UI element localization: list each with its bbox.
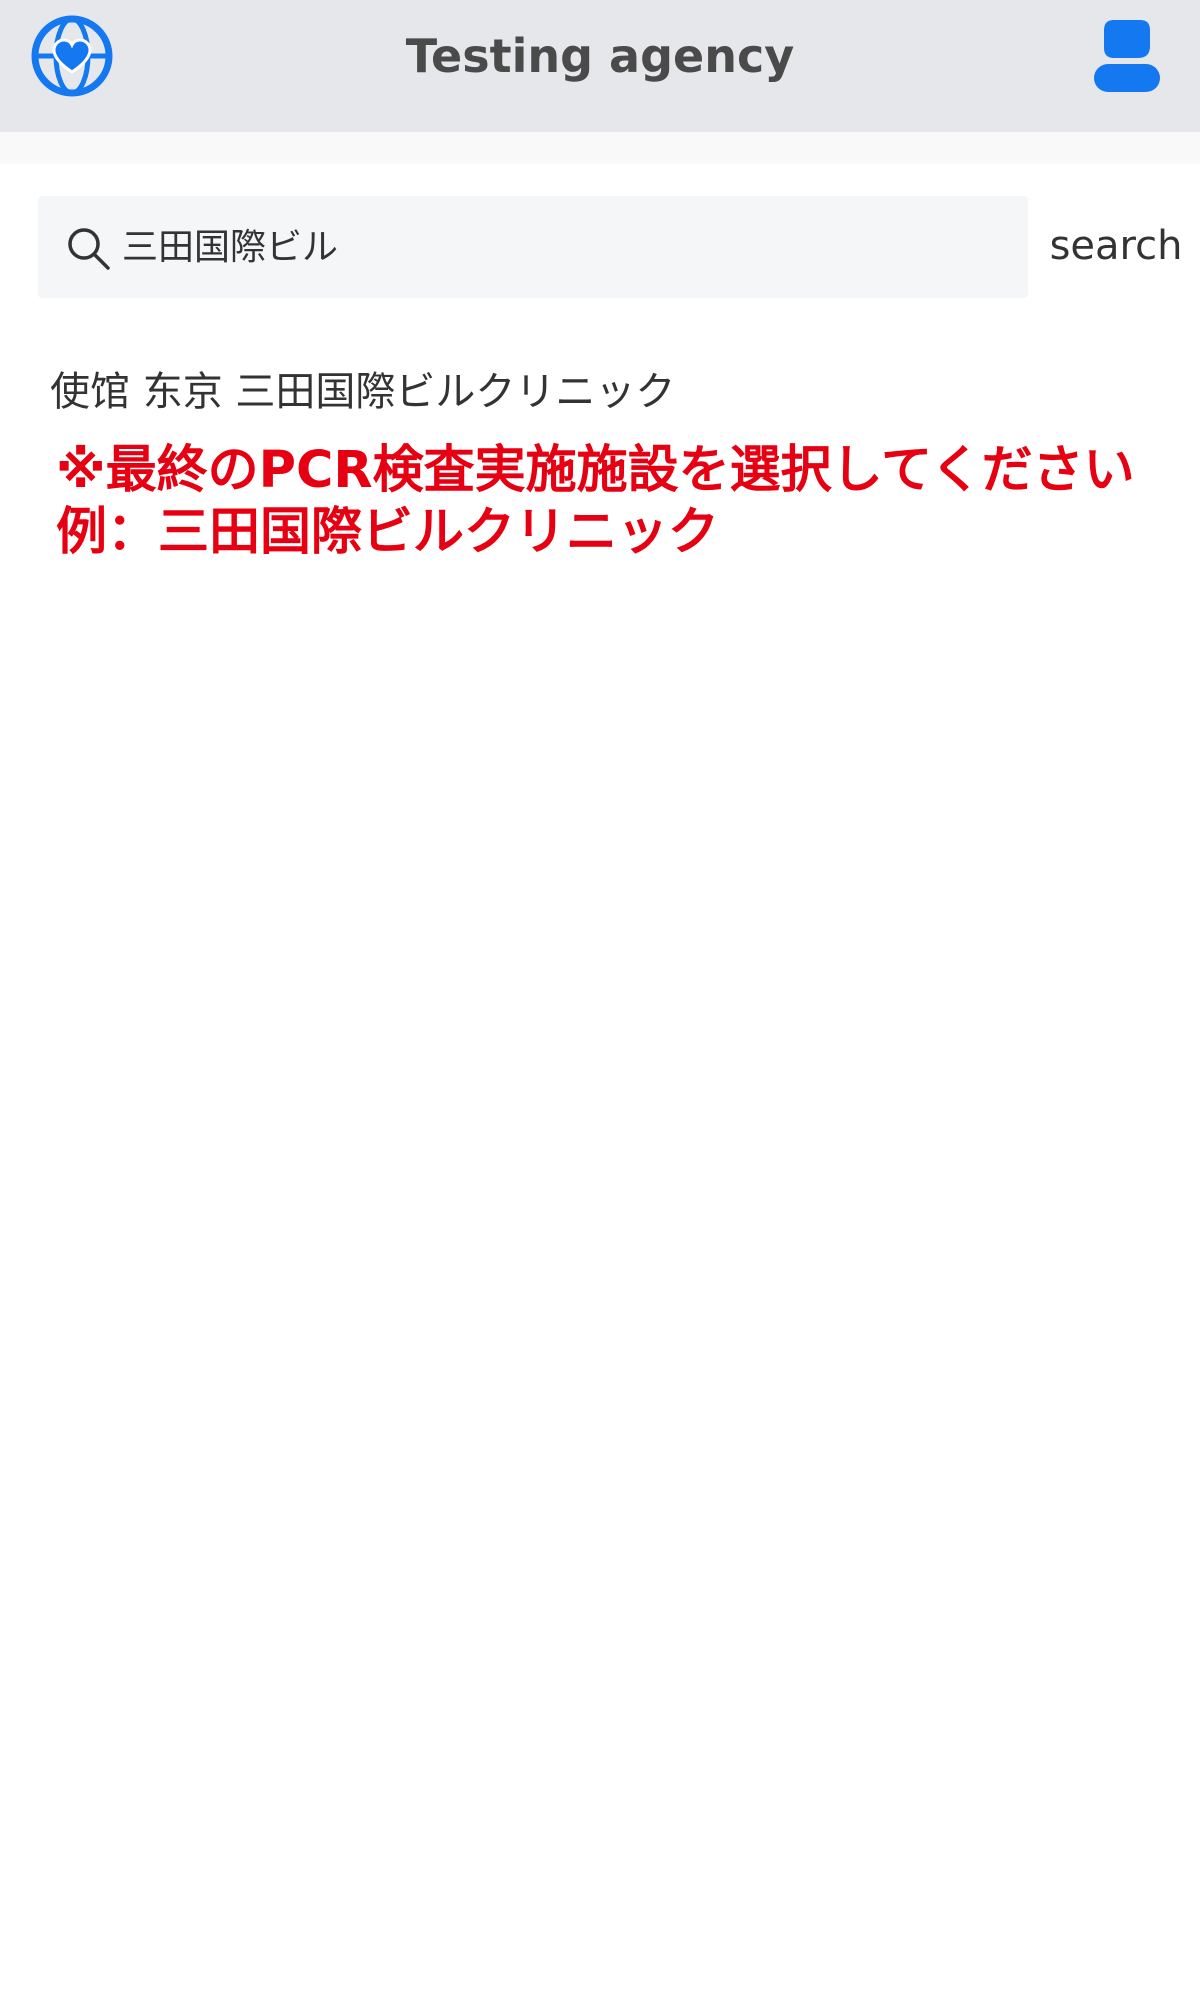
top-navigation-bar: Testing agency	[0, 0, 1200, 132]
user-profile-icon[interactable]	[1092, 16, 1162, 94]
search-icon	[68, 228, 110, 270]
search-input[interactable]	[122, 196, 1012, 298]
header-divider-strip	[0, 132, 1200, 164]
notice-instruction-text: ※最終のPCR検査実施施設を選択してください	[56, 441, 1135, 500]
globe-heart-icon[interactable]	[30, 14, 114, 98]
search-field[interactable]	[38, 196, 1028, 298]
search-button[interactable]: search	[1046, 206, 1186, 286]
page-title: Testing agency	[405, 29, 795, 83]
notice-example-text: 例：三田国際ビルクリニック	[56, 503, 720, 562]
selection-notice: ※最終のPCR検査実施施設を選択してください 例：三田国際ビルクリニック	[56, 440, 1176, 564]
result-list-item[interactable]: 使馆 东京 三田国際ビルクリニック	[50, 356, 1150, 428]
